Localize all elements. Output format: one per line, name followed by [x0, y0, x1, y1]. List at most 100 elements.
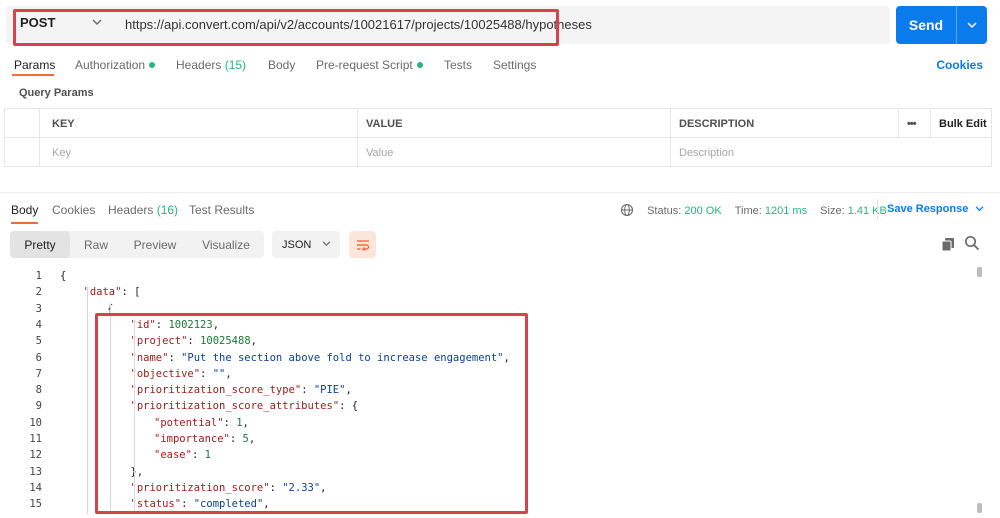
value-input[interactable]: Value — [366, 138, 666, 167]
chevron-down-icon — [967, 21, 977, 28]
code-token: { — [60, 270, 67, 282]
code-token: : — [181, 498, 194, 511]
tab-label: Headers — [176, 58, 222, 72]
code-token: : — [191, 449, 205, 462]
key-input[interactable]: Key — [52, 138, 352, 167]
code-token: , — [345, 384, 352, 397]
code-token: "name" — [130, 351, 169, 364]
tab-body[interactable]: Body — [268, 58, 295, 72]
tab-label: Body — [11, 203, 39, 217]
line-number: 12 — [29, 449, 42, 462]
code-line: "prioritization_score_type": "PIE", — [131, 384, 352, 396]
code-line: "prioritization_score_attributes": { — [131, 400, 359, 412]
code-token: , — [225, 367, 232, 380]
status-label: Status: — [647, 205, 682, 217]
section-divider — [0, 192, 1000, 193]
line-number: 10 — [29, 416, 42, 429]
tab-authorization[interactable]: Authorization — [75, 58, 156, 72]
tab-pre-request-script[interactable]: Pre-request Script — [316, 58, 423, 72]
code-token: "PIE" — [313, 384, 346, 397]
tab-params[interactable]: Params — [14, 58, 55, 72]
line-number: 11 — [29, 433, 42, 445]
tab-headers[interactable]: Headers (15) — [176, 58, 246, 72]
code-token: "prioritization_score_type" — [130, 384, 302, 397]
column-divider — [39, 109, 40, 166]
line-number: 14 — [29, 481, 42, 494]
column-header-description: DESCRIPTION — [679, 117, 755, 130]
code-line: { — [60, 270, 66, 282]
send-options-toggle[interactable] — [957, 21, 987, 29]
time-value[interactable]: 1201 ms — [765, 205, 807, 217]
bulk-edit-button[interactable]: Bulk Edit — [939, 109, 987, 138]
save-response-button[interactable]: Save Response — [887, 203, 984, 215]
code-line: "ease": 1 — [154, 449, 211, 461]
code-token: "prioritization_score_attributes" — [130, 400, 340, 413]
tab-tests[interactable]: Tests — [444, 58, 472, 72]
tab-label: Tests — [444, 58, 473, 72]
cookies-link[interactable]: Cookies — [936, 58, 983, 72]
format-select[interactable]: JSON — [272, 231, 340, 258]
url-input[interactable]: https://api.convert.com/api/v2/accounts/… — [125, 17, 592, 32]
code-line: "importance": 5, — [154, 433, 255, 445]
status-dot-icon — [149, 62, 156, 68]
code-token: "" — [212, 367, 226, 380]
response-status-bar: Status: 200 OK Time: 1201 ms Size: 1.41 … — [620, 203, 887, 217]
code-token: : — [269, 481, 283, 494]
response-body-code[interactable]: 1{2"data": [3{4"id": 1002123,5"project":… — [0, 268, 1000, 518]
indent-guide — [134, 416, 135, 466]
more-options-icon[interactable]: ••• — [907, 109, 917, 138]
active-tab-indicator — [12, 74, 54, 76]
code-token: : — [155, 318, 169, 331]
code-line: "name": "Put the section above fold to i… — [131, 352, 510, 364]
status-dot-icon — [416, 62, 423, 68]
globe-icon[interactable] — [620, 203, 634, 217]
request-tabs: Params Authorization Headers (15) Body P… — [0, 52, 1000, 80]
column-divider — [357, 109, 358, 166]
code-token: 10025488 — [200, 335, 251, 348]
code-line: "project": 10025488, — [131, 335, 257, 347]
view-visualize[interactable]: Visualize — [188, 231, 264, 258]
code-line: }, — [131, 466, 144, 478]
chevron-down-icon — [92, 19, 102, 25]
code-line: "prioritization_score": "2.33", — [131, 482, 327, 494]
code-token: : — [229, 433, 243, 445]
size-value[interactable]: 1.41 KB — [848, 205, 887, 217]
tab-test-results[interactable]: Test Results — [189, 203, 254, 217]
code-token: , — [242, 416, 249, 429]
tab-label: Headers — [108, 203, 154, 217]
status-value[interactable]: 200 OK — [684, 205, 721, 217]
view-pretty[interactable]: Pretty — [10, 231, 70, 258]
indent-guide — [86, 286, 88, 515]
description-input[interactable]: Description — [679, 138, 979, 167]
send-button[interactable]: Send — [896, 6, 987, 44]
tab-settings[interactable]: Settings — [493, 58, 536, 72]
line-number: 1 — [35, 270, 42, 282]
code-token: 1002123 — [168, 318, 213, 331]
code-token: "prioritization_score" — [130, 481, 270, 494]
tab-response-body[interactable]: Body — [11, 203, 38, 217]
code-token: "2.33" — [282, 481, 321, 494]
method-select[interactable]: POST — [10, 6, 110, 39]
scrollbar-thumb[interactable] — [977, 503, 982, 513]
method-value: POST — [20, 15, 56, 30]
tab-response-cookies[interactable]: Cookies — [52, 203, 95, 217]
code-token: : — [200, 367, 213, 380]
tab-label: Pre-request Script — [316, 58, 413, 72]
code-token: "status" — [130, 498, 182, 511]
code-token: "objective" — [130, 367, 201, 380]
wrap-lines-icon — [356, 239, 369, 251]
code-token: , — [263, 498, 270, 511]
tab-response-headers[interactable]: Headers (16) — [108, 203, 178, 217]
view-raw[interactable]: Raw — [70, 231, 122, 258]
code-token: , — [320, 481, 327, 494]
column-header-value: VALUE — [366, 117, 403, 130]
view-preview[interactable]: Preview — [122, 231, 188, 258]
scrollbar-thumb[interactable] — [977, 267, 982, 277]
copy-icon[interactable] — [940, 236, 956, 252]
search-icon[interactable] — [964, 235, 980, 251]
wrap-lines-button[interactable] — [349, 231, 376, 258]
code-token: : — [168, 351, 182, 364]
code-token: "Put the section above fold to increase … — [181, 351, 504, 364]
code-line: "objective": "", — [131, 368, 232, 380]
tab-label: Settings — [493, 58, 537, 72]
